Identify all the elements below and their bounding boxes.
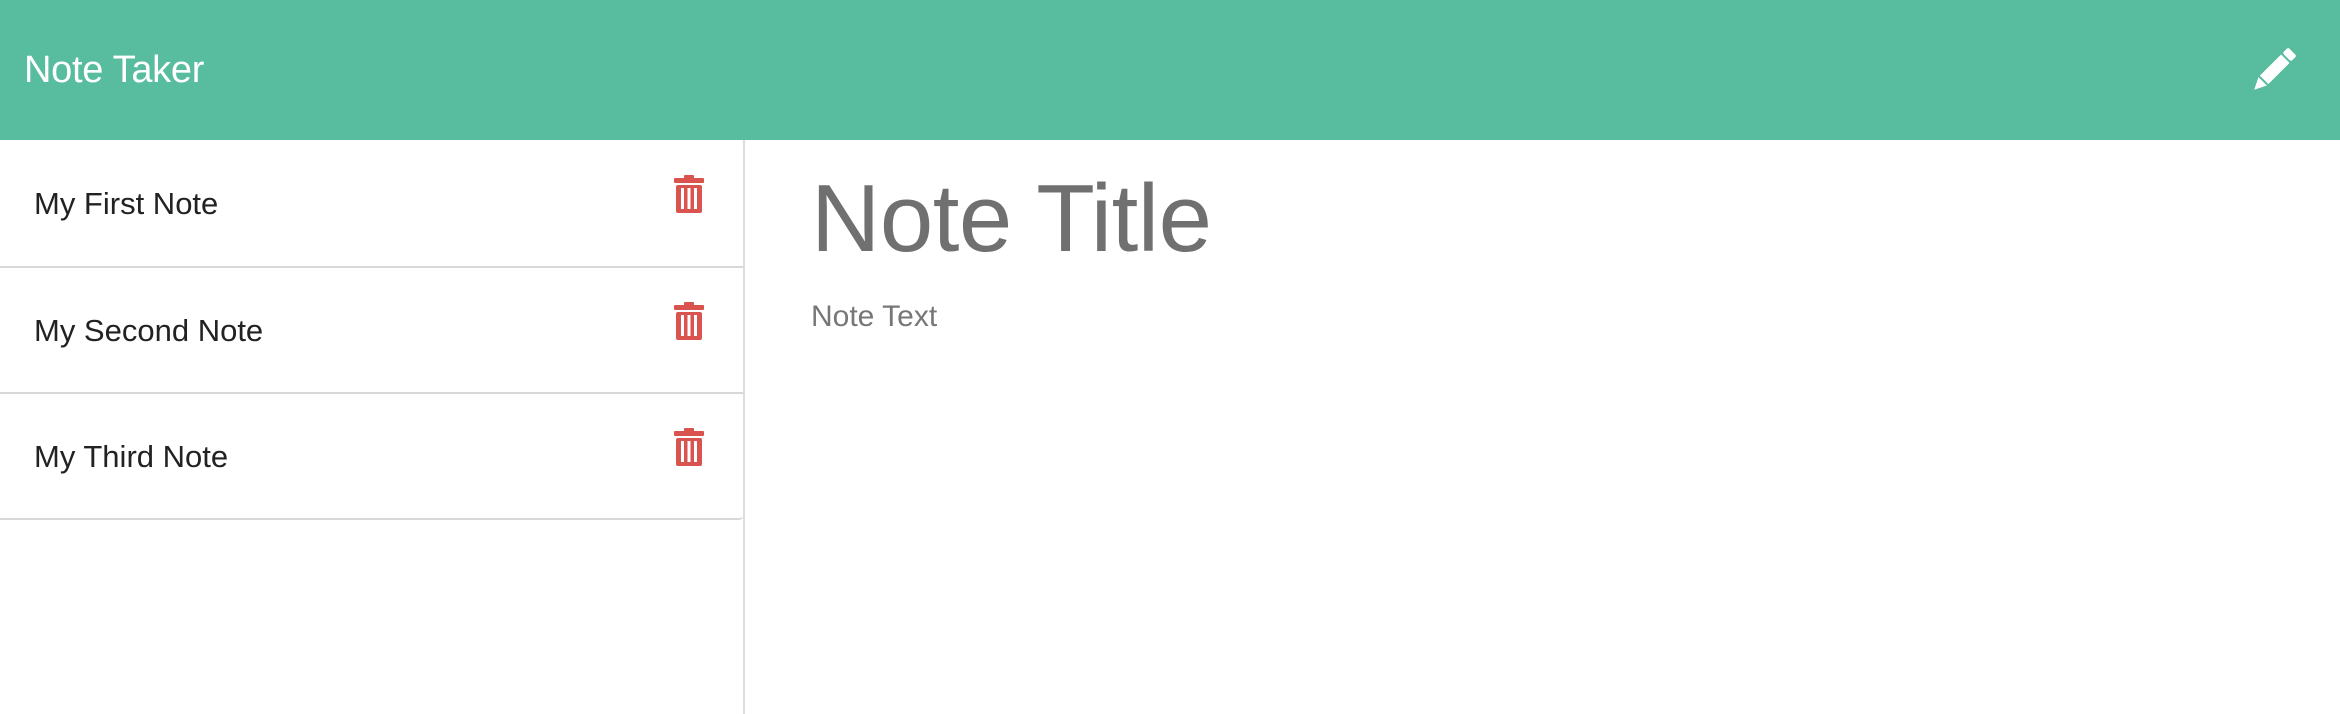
- note-item-title[interactable]: My First Note: [34, 186, 218, 222]
- trash-icon[interactable]: [671, 302, 707, 344]
- note-editor: [747, 140, 2340, 714]
- navbar: Note Taker: [0, 0, 2340, 140]
- note-title-input[interactable]: [811, 164, 2211, 274]
- list-item[interactable]: My First Note: [0, 140, 743, 266]
- trash-icon[interactable]: [671, 175, 707, 217]
- pencil-icon[interactable]: [2244, 40, 2304, 100]
- note-item-title[interactable]: My Second Note: [34, 313, 263, 349]
- note-list: My First Note My Second Note My Third No…: [0, 140, 743, 520]
- note-text-input[interactable]: [811, 300, 2211, 640]
- app-brand[interactable]: Note Taker: [24, 49, 204, 92]
- note-item-title[interactable]: My Third Note: [34, 439, 228, 475]
- trash-icon[interactable]: [671, 428, 707, 470]
- list-item[interactable]: My Second Note: [0, 266, 743, 392]
- list-item[interactable]: My Third Note: [0, 392, 743, 518]
- notes-sidebar: My First Note My Second Note My Third No…: [0, 140, 745, 714]
